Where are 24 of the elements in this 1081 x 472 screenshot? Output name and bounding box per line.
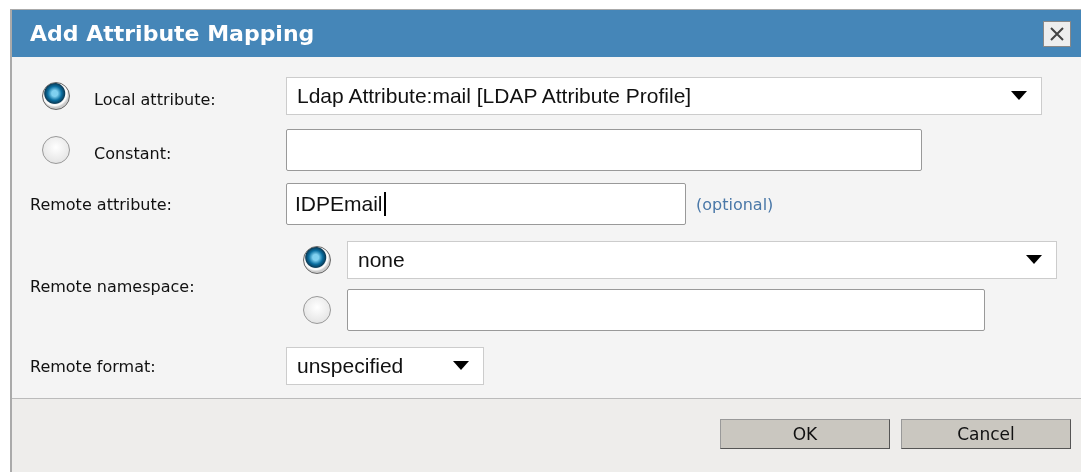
remote-attribute-input-field[interactable]: IDPEmail [286,183,686,225]
field-label: Remote format: [30,356,156,376]
local-attribute-dropdown[interactable]: Ldap Attribute:mail [LDAP Attribute Profile] [286,77,1042,115]
cancel-button[interactable]: Cancel [901,418,1071,449]
namespace-input-field[interactable] [347,289,985,331]
optional-hint: (optional) [696,194,774,214]
ok-button[interactable]: OK [720,418,890,449]
remote-format-dropdown[interactable]: unspecified [286,347,484,385]
field-label: Constant: [94,142,172,163]
radio-button[interactable] [303,296,331,324]
close-icon [1049,25,1065,42]
constant-input-field[interactable] [286,129,922,171]
caret-icon [1011,91,1027,101]
field-label: Local attribute: [94,88,216,109]
radio-button[interactable] [42,82,70,110]
caret-icon [1026,255,1042,265]
window-title: Add Attribute Mapping [30,21,315,46]
close-button[interactable] [1043,20,1071,47]
radio-button[interactable] [42,136,70,164]
namespace-dropdown[interactable]: none [347,241,1057,279]
caret-icon [453,361,469,371]
radio-button[interactable] [303,246,331,274]
field-label: Remote attribute: [30,194,172,214]
field-label: Remote namespace: [30,276,195,296]
